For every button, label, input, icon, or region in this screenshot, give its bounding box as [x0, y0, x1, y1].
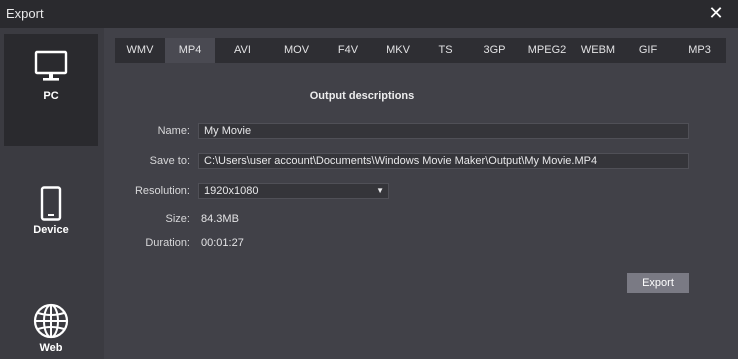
size-value: 84.3MB	[201, 213, 239, 225]
sidebar-item-device[interactable]: Device	[4, 186, 98, 246]
dropdown-arrow-icon: ▼	[376, 186, 384, 195]
tab-mov[interactable]: MOV	[270, 38, 323, 63]
tab-mp4[interactable]: MP4	[165, 38, 215, 63]
save-to-label: Save to:	[149, 155, 190, 167]
tab-3gp[interactable]: 3GP	[468, 38, 521, 63]
output-descriptions-heading: Output descriptions	[309, 90, 415, 102]
name-input[interactable]: My Movie	[198, 123, 689, 139]
title-bar: Export ✕	[0, 0, 738, 28]
tab-mkv[interactable]: MKV	[373, 38, 423, 63]
export-target-sidebar: PC Device Web	[0, 28, 104, 359]
tab-f4v[interactable]: F4V	[323, 38, 373, 63]
sidebar-item-label: PC	[43, 90, 59, 102]
duration-label: Duration:	[145, 237, 190, 249]
monitor-icon	[34, 50, 68, 81]
tab-wmv[interactable]: WMV	[115, 38, 165, 63]
tab-mpeg2[interactable]: MPEG2	[521, 38, 573, 63]
save-to-input[interactable]: C:\Users\user account\Documents\Windows …	[198, 153, 689, 169]
export-dialog: Export ✕ PC Device Web WMV MP4 AVI MOV F…	[0, 0, 740, 361]
sidebar-item-label: Device	[33, 224, 69, 236]
resolution-label: Resolution:	[134, 185, 190, 197]
tab-avi[interactable]: AVI	[215, 38, 270, 63]
name-label: Name:	[157, 125, 190, 137]
export-button[interactable]: Export	[627, 273, 689, 293]
resolution-value: 1920x1080	[204, 185, 259, 197]
close-icon[interactable]: ✕	[706, 3, 726, 23]
tab-webm[interactable]: WEBM	[573, 38, 623, 63]
size-label: Size:	[165, 213, 190, 225]
sidebar-item-pc[interactable]: PC	[4, 34, 98, 146]
phone-icon	[40, 186, 62, 221]
tab-ts[interactable]: TS	[423, 38, 468, 63]
globe-icon	[33, 303, 69, 339]
resolution-select[interactable]: 1920x1080 ▼	[198, 183, 389, 199]
duration-value: 00:01:27	[201, 237, 244, 249]
window-title: Export	[6, 6, 44, 21]
sidebar-item-label: Web	[39, 342, 63, 354]
format-tab-bar: WMV MP4 AVI MOV F4V MKV TS 3GP MPEG2 WEB…	[115, 38, 726, 63]
sidebar-item-web[interactable]: Web	[4, 302, 98, 360]
tab-gif[interactable]: GIF	[623, 38, 673, 63]
tab-mp3[interactable]: MP3	[673, 38, 726, 63]
